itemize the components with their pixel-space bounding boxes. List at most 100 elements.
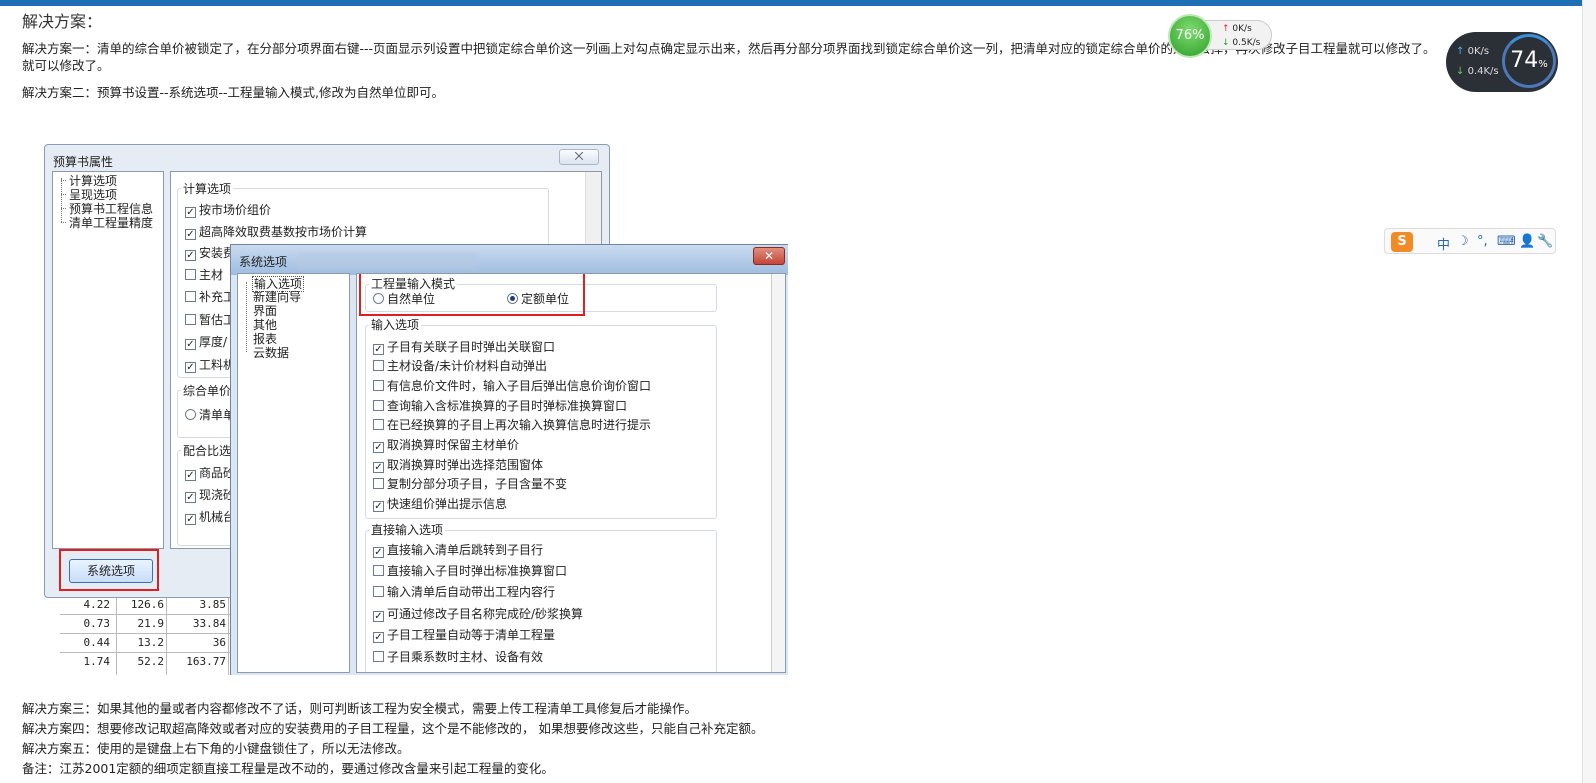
checkbox-icon bbox=[373, 565, 384, 576]
close-button[interactable]: ⨉ bbox=[559, 149, 599, 165]
table-row: 1.74 52.2 163.77 bbox=[60, 653, 250, 672]
close-button[interactable]: ✕ bbox=[753, 247, 785, 265]
checkbox-main-equipment[interactable]: 主材设备/未计价材料自动弹出 bbox=[373, 359, 547, 373]
checkbox-label: 有信息价文件时，输入子目后弹出信息价询价窗口 bbox=[387, 379, 652, 393]
checkbox-label: 在已经换算的子目上再次输入换算信息时进行提示 bbox=[387, 418, 652, 432]
checkbox-label: 复制分部分项子目，子目含量不变 bbox=[387, 477, 568, 491]
checkbox-icon: ✓ bbox=[185, 514, 196, 525]
download-value: 0.5K/s bbox=[1232, 38, 1261, 48]
checkbox-label: 取消换算时保留主材单价 bbox=[387, 438, 520, 452]
checkbox-icon bbox=[373, 478, 384, 489]
checkbox-label: 取消换算时弹出选择范围窗体 bbox=[387, 458, 544, 472]
checkbox-cast-concrete[interactable]: ✓ 现浇砼 bbox=[185, 488, 235, 503]
tree-item-interface[interactable]: 界面 bbox=[253, 304, 277, 318]
system-options-panel: 工程量输入模式 自然单位 定额单位 输入选项 ✓ 子目有关联子目时弹出关联窗口 主… bbox=[356, 273, 786, 673]
table-cell: 0.44 bbox=[83, 636, 111, 649]
checkbox-commercial-concrete[interactable]: ✓ 商品砼 bbox=[185, 466, 235, 481]
network-meter-widget[interactable]: 76% ↑ 0K/s ↓ 0.5K/s bbox=[1168, 14, 1272, 58]
checkbox-install-fee[interactable]: ✓ 安装费 bbox=[185, 246, 235, 261]
radio-list-unit[interactable]: 清单单 bbox=[185, 408, 235, 422]
checkbox-icon bbox=[373, 360, 384, 371]
checkbox-icon: ✓ bbox=[373, 611, 384, 622]
punctuation-icon[interactable]: °, bbox=[1477, 234, 1488, 249]
solution-5: 解决方案五：使用的是键盘上右下角的小键盘锁住了，所以无法修改。 bbox=[22, 741, 410, 756]
checkbox-icon: ✓ bbox=[185, 339, 196, 350]
checkbox-icon: ✓ bbox=[185, 470, 196, 481]
solution-1-line2: 就可以修改了。 bbox=[22, 58, 110, 73]
checkbox-label: 直接输入子目时弹出标准换算窗口 bbox=[387, 564, 568, 578]
solution-1-line1: 解决方案一：清单的综合单价被锁定了，在分部分项界面右键---页面显示列设置中把锁… bbox=[22, 41, 1436, 56]
tree-item-wizard[interactable]: 新建向导 bbox=[253, 290, 301, 304]
tree-connector bbox=[61, 222, 66, 223]
download-speed: ↓ 0.5K/s bbox=[1222, 38, 1260, 48]
upload-speed: ↑ 0K/s bbox=[1222, 24, 1252, 34]
checkbox-standard-convert[interactable]: 查询输入含标准换算的子目时弹标准换算窗口 bbox=[373, 399, 627, 413]
checkbox-estimate[interactable]: 暂估工 bbox=[185, 313, 235, 327]
checkbox-icon bbox=[185, 314, 196, 325]
checkbox-convert-prompt[interactable]: 在已经换算的子目上再次输入换算信息时进行提示 bbox=[373, 418, 651, 432]
checkbox-icon: ✓ bbox=[373, 547, 384, 558]
tree-item-project-info[interactable]: 预算书工程信息 bbox=[69, 202, 153, 216]
system-options-dialog: 系统选项 ✕ 输入选项 新建向导 界面 其他 报表 云数据 工程量输入模式 自然… bbox=[230, 244, 788, 675]
group-label: 直接输入选项 bbox=[369, 521, 446, 538]
checkbox-icon bbox=[185, 269, 196, 280]
ime-toolbar: S 中 ☽ °, ⌨ 👤 🔧 bbox=[1384, 228, 1556, 254]
checkbox-keep-price[interactable]: ✓ 取消换算时保留主材单价 bbox=[373, 438, 519, 453]
checkbox-labor-machine[interactable]: ✓ 工料机 bbox=[185, 358, 235, 373]
checkbox-icon bbox=[373, 651, 384, 662]
checkbox-jump-to-item[interactable]: ✓ 直接输入清单后跳转到子目行 bbox=[373, 543, 543, 558]
tree-item-display[interactable]: 呈现选项 bbox=[69, 188, 117, 202]
table-cell: 3.85 bbox=[199, 598, 227, 611]
monitor-download-value: 0.4K/s bbox=[1467, 66, 1499, 77]
checkbox-quick-pricing[interactable]: ✓ 快速组价弹出提示信息 bbox=[373, 497, 507, 512]
tree-item-report[interactable]: 报表 bbox=[253, 332, 277, 346]
checkbox-market-price[interactable]: ✓ 按市场价组价 bbox=[185, 203, 271, 218]
tree-item-precision[interactable]: 清单工程量精度 bbox=[69, 216, 153, 230]
checkbox-main-material[interactable]: 主材 bbox=[185, 268, 223, 282]
vertical-scrollbar[interactable] bbox=[771, 274, 785, 672]
tree-item-cloud[interactable]: 云数据 bbox=[253, 346, 289, 360]
checkbox-label: 直接输入清单后跳转到子目行 bbox=[387, 543, 544, 557]
keyboard-icon[interactable]: ⌨ bbox=[1497, 234, 1516, 249]
checkbox-coefficient[interactable]: 子目乘系数时主材、设备有效 bbox=[373, 650, 543, 664]
moon-icon[interactable]: ☽ bbox=[1457, 234, 1469, 249]
checkbox-label: 查询输入含标准换算的子目时弹标准换算窗口 bbox=[387, 399, 628, 413]
checkbox-machine-shift[interactable]: ✓ 机械台 bbox=[185, 510, 235, 525]
checkbox-label: 厚度/ bbox=[199, 335, 228, 349]
checkbox-copy-items[interactable]: 复制分部分项子目，子目含量不变 bbox=[373, 477, 567, 491]
tree-item-calc[interactable]: 计算选项 bbox=[69, 174, 117, 188]
table-cell: 1.74 bbox=[83, 655, 111, 668]
checkbox-linked-item[interactable]: ✓ 子目有关联子目时弹出关联窗口 bbox=[373, 340, 555, 355]
table-cell: 52.2 bbox=[137, 655, 165, 668]
blurred-title-text bbox=[297, 253, 477, 269]
checkbox-supplement[interactable]: 补充工 bbox=[185, 290, 235, 304]
sogou-logo-icon[interactable]: S bbox=[1391, 232, 1413, 252]
table-row: 0.44 13.2 36 bbox=[60, 634, 250, 653]
checkbox-convert-window[interactable]: 直接输入子目时弹出标准换算窗口 bbox=[373, 564, 567, 578]
dialog-title: 预算书属性 bbox=[53, 155, 114, 169]
down-arrow-icon: ↓ bbox=[1456, 66, 1465, 77]
user-icon[interactable]: 👤 bbox=[1519, 234, 1535, 249]
checkbox-icon: ✓ bbox=[373, 501, 384, 512]
checkbox-price-inquiry[interactable]: 有信息价文件时，输入子目后弹出信息价询价窗口 bbox=[373, 379, 651, 393]
highlight-box bbox=[359, 274, 585, 316]
cpu-percent: 74 bbox=[1510, 48, 1539, 73]
tree-item-other[interactable]: 其他 bbox=[253, 318, 277, 332]
system-monitor-widget[interactable]: ↑ 0K/s ↓ 0.4K/s 74% bbox=[1446, 32, 1558, 92]
checkbox-label: 子目乘系数时主材、设备有效 bbox=[387, 650, 544, 664]
checkbox-auto-content[interactable]: 输入清单后自动带出工程内容行 bbox=[373, 585, 555, 599]
table-cell: 21.9 bbox=[137, 617, 165, 630]
system-options-tree: 输入选项 新建向导 界面 其他 报表 云数据 bbox=[237, 273, 350, 673]
wrench-icon[interactable]: 🔧 bbox=[1537, 234, 1553, 249]
chinese-mode-icon[interactable]: 中 bbox=[1437, 234, 1450, 253]
tree-connector bbox=[61, 194, 66, 195]
checkbox-range-window[interactable]: ✓ 取消换算时弹出选择范围窗体 bbox=[373, 458, 543, 473]
checkbox-auto-quantity[interactable]: ✓ 子目工程量自动等于清单工程量 bbox=[373, 628, 555, 643]
monitor-upload-value: 0K/s bbox=[1467, 46, 1490, 57]
checkbox-thickness[interactable]: ✓ 厚度/ bbox=[185, 335, 227, 350]
page-scrollbar[interactable] bbox=[1582, 0, 1596, 783]
table-cell: 126.6 bbox=[130, 598, 164, 611]
checkbox-height-fee[interactable]: ✓ 超高降效取费基数按市场价计算 bbox=[185, 225, 367, 240]
checkbox-rename-convert[interactable]: ✓ 可通过修改子目名称完成砼/砂浆换算 bbox=[373, 607, 583, 622]
monitor-download: ↓ 0.4K/s bbox=[1456, 66, 1499, 77]
